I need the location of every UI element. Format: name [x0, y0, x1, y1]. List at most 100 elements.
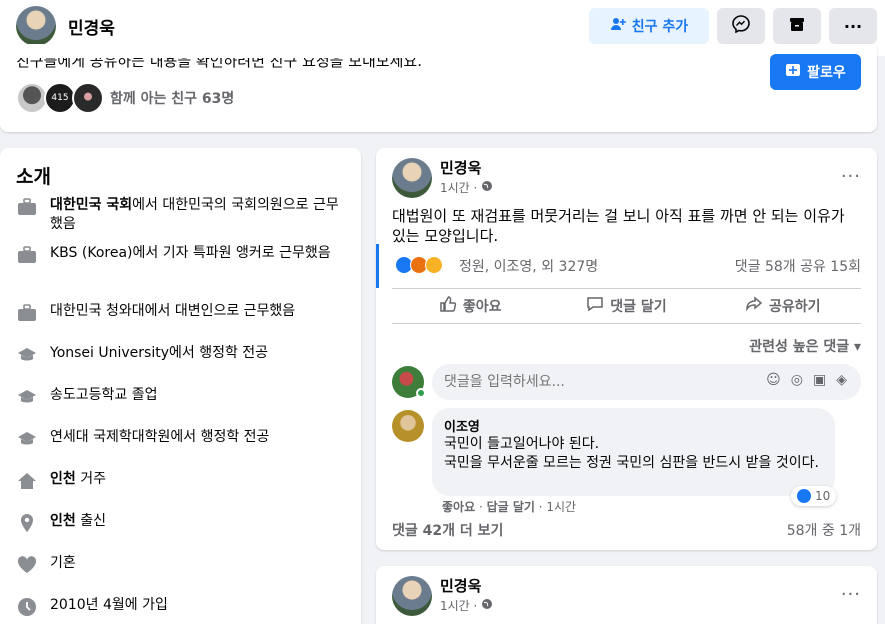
about-item-rest: 거주	[75, 471, 106, 487]
reaction-icons[interactable]	[395, 256, 443, 274]
share-icon	[745, 295, 763, 317]
save-icon	[788, 15, 806, 37]
sticker-icon[interactable]: ◈	[836, 372, 847, 388]
camera-icon[interactable]: ◎	[791, 372, 803, 388]
about-item-text: 연세대 국제학대학원에서 행정학 전공	[50, 429, 270, 445]
profile-avatar[interactable]	[16, 6, 56, 46]
about-item-residence: 인천 거주	[16, 470, 346, 492]
globe-icon	[481, 598, 493, 613]
about-item-work: 대한민국 국회에서 대한민국의 국회의원으로 근무했음	[16, 196, 346, 234]
messenger-icon	[732, 15, 750, 37]
add-friend-label: 친구 추가	[631, 19, 689, 35]
commenter-avatar[interactable]	[392, 410, 424, 442]
profile-name[interactable]: 민경욱	[68, 14, 115, 39]
globe-icon	[481, 180, 493, 195]
about-item-bold[interactable]: 인천	[50, 513, 76, 529]
emoji-icon[interactable]: ☺	[766, 372, 781, 388]
post-author-name[interactable]: 민경욱	[440, 157, 481, 178]
comment-time[interactable]: 1시간	[546, 500, 576, 514]
about-item-text: 인천 출신	[50, 512, 106, 534]
about-item-text: 대한민국 국회에서 대한민국의 국회의원으로 근무했음	[50, 196, 346, 234]
about-item-text: 2010년 4월에 가입	[50, 597, 168, 613]
commenter-name[interactable]: 이조영	[444, 416, 823, 435]
comment-label: 댓글 달기	[610, 299, 667, 315]
share-label: 공유하기	[769, 299, 821, 315]
comment-reaction-count[interactable]: 10	[791, 486, 837, 506]
share-button[interactable]: 공유하기	[705, 289, 861, 323]
save-button[interactable]	[773, 8, 821, 44]
mutual-friends-link[interactable]: 함께 아는 친구 63명	[110, 88, 234, 108]
mutual-friends-avatars[interactable]: 415	[16, 82, 104, 114]
post-author-avatar[interactable]	[392, 576, 432, 616]
about-item-text: 인천 거주	[50, 470, 106, 492]
friend-request-card: 친구들에게 공유하는 내용을 확인하려면 친구 요청을 보내보세요. 415 함…	[0, 44, 877, 132]
more-options-button[interactable]: ···	[829, 8, 877, 44]
about-item-relationship: 기혼	[16, 554, 346, 576]
about-item-text: Yonsei University에서 행정학 전공	[50, 345, 269, 361]
post-more-options[interactable]: ···	[841, 166, 861, 187]
haha-reaction-icon	[425, 256, 443, 274]
comment-reply-button[interactable]: 답글 달기	[487, 500, 535, 514]
follow-button[interactable]: 팔로우	[770, 54, 861, 90]
mutual-friend-avatar[interactable]	[72, 82, 104, 114]
post-timestamp[interactable]: 1시간 ·	[440, 597, 493, 614]
thumbs-up-icon	[439, 295, 457, 317]
comment-like-number: 10	[815, 489, 831, 503]
about-item-rest: 출신	[75, 513, 106, 529]
work-icon	[16, 196, 38, 218]
messenger-button[interactable]	[717, 8, 765, 44]
about-title: 소개	[16, 166, 51, 188]
reactions-summary: 정원, 이조영, 외 327명 댓글 58개 공유 15회	[376, 244, 877, 288]
reactor-names[interactable]: 정원, 이조영, 외 327명	[459, 256, 598, 276]
comment-button[interactable]: 댓글 달기	[548, 289, 704, 323]
comment-line: 국민이 들고일어나야 된다.	[444, 436, 600, 452]
work-icon	[16, 244, 38, 266]
about-item-education: 송도고등학교 졸업	[16, 386, 346, 408]
about-item-education: Yonsei University에서 행정학 전공	[16, 344, 346, 366]
education-icon	[16, 428, 38, 450]
post-timestamp[interactable]: 1시간 ·	[440, 179, 493, 196]
post-card: 민경욱 1시간 · ··· 대법원이 또 재검표를 머뭇거리는 걸 보니 아직 …	[376, 148, 877, 550]
post-author-avatar[interactable]	[392, 158, 432, 198]
about-item-work: KBS (Korea)에서 기자 특파원 앵커로 근무했음	[16, 244, 346, 266]
about-item-bold[interactable]: 대한민국 국회	[50, 197, 132, 213]
post-text: 대법원이 또 재검표를 머뭇거리는 걸 보니 아직 표를 까면 안 되는 이유가…	[392, 207, 845, 245]
about-item-hometown: 인천 출신	[16, 512, 346, 534]
add-friend-button[interactable]: 친구 추가	[589, 8, 709, 44]
like-button[interactable]: 좋아요	[392, 289, 548, 323]
post-more-options[interactable]: ···	[841, 584, 861, 605]
post-author-name[interactable]: 민경욱	[440, 575, 481, 596]
home-icon	[16, 470, 38, 492]
about-item-text: 송도고등학교 졸업	[50, 387, 158, 403]
heart-icon	[16, 554, 38, 576]
comment-count: 58개 중 1개	[786, 523, 861, 539]
comment-meta: 좋아요 · 답글 달기 · 1시간	[442, 500, 577, 514]
location-icon	[16, 512, 38, 534]
about-item-text: 대한민국 청와대에서 대변인으로 근무했음	[50, 303, 296, 319]
more-options-label: ···	[843, 16, 863, 36]
post-time-text: 1시간 ·	[440, 181, 478, 195]
comment-like-button[interactable]: 좋아요	[442, 500, 475, 514]
add-friend-icon	[610, 16, 626, 36]
education-icon	[16, 386, 38, 408]
follow-icon	[785, 62, 801, 82]
comment-bubble: 이조영 국민이 들고일어나야 된다. 국민을 무서운줄 모르는 정권 국민의 심…	[432, 408, 835, 496]
about-item-bold[interactable]: 인천	[50, 471, 76, 487]
gif-icon[interactable]: ▣	[813, 372, 826, 388]
comment-input-tools: ☺ ◎ ▣ ◈	[766, 372, 847, 388]
clock-icon	[16, 596, 38, 618]
about-item-education: 연세대 국제학대학원에서 행정학 전공	[16, 428, 346, 450]
work-icon	[16, 302, 38, 324]
like-label: 좋아요	[462, 299, 502, 315]
education-icon	[16, 344, 38, 366]
comment-line: 국민을 무서운줄 모르는 정권 국민의 심판을 반드시 받을 것이다.	[444, 455, 819, 471]
post-card: 민경욱 1시간 · ···	[376, 566, 877, 624]
comment-sort-dropdown[interactable]: 관련성 높은 댓글 ▾	[749, 336, 861, 356]
about-item-work: 대한민국 청와대에서 대변인으로 근무했음	[16, 302, 346, 324]
comment-icon	[586, 295, 604, 317]
post-action-bar: 좋아요 댓글 달기 공유하기	[392, 288, 861, 324]
post-time-text: 1시간 ·	[440, 599, 478, 613]
comment-share-counts[interactable]: 댓글 58개 공유 15회	[735, 256, 861, 276]
view-more-comments[interactable]: 댓글 42개 더 보기	[392, 520, 503, 540]
follow-label: 팔로우	[807, 65, 846, 81]
